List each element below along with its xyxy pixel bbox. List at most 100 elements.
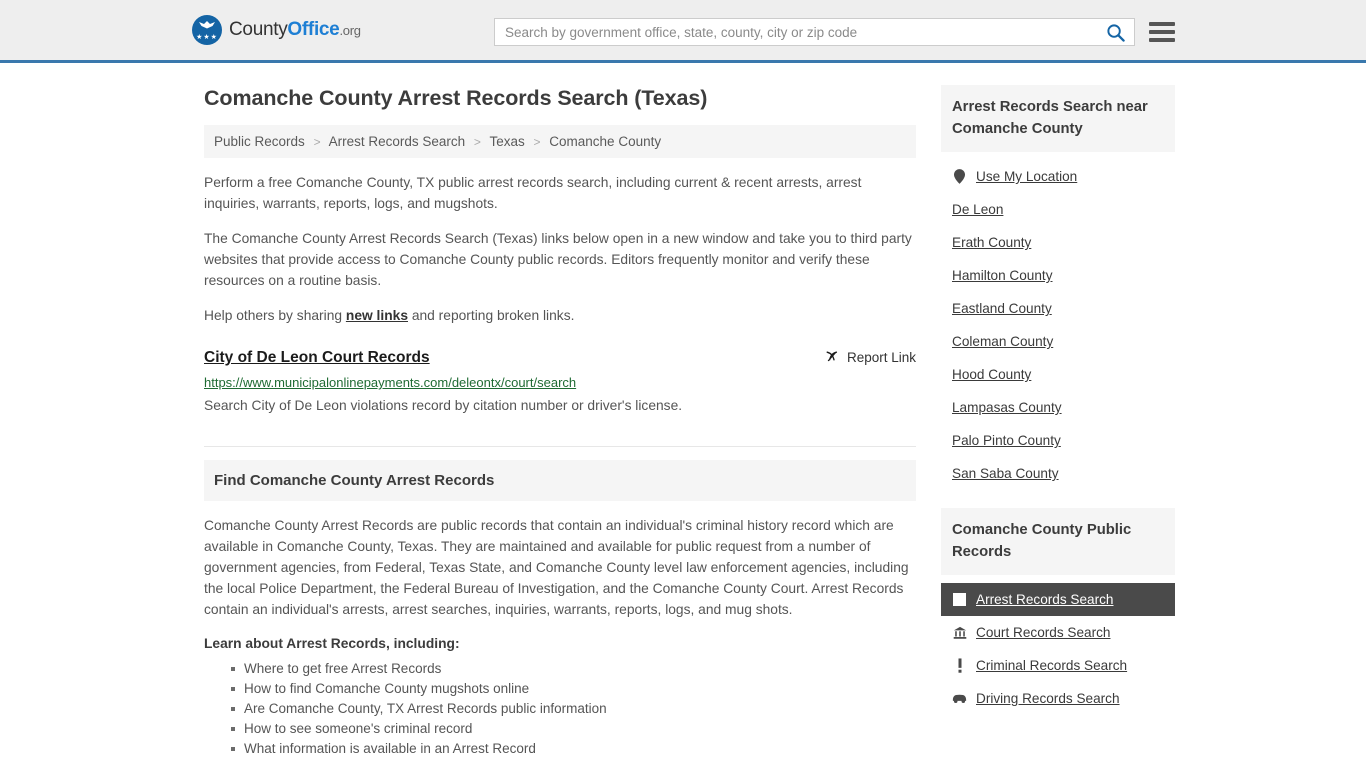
menu-bar-2 <box>1149 30 1175 34</box>
breadcrumb: Public Records > Arrest Records Search >… <box>204 125 916 158</box>
sidebar-nearby-heading: Arrest Records Search near Comanche Coun… <box>941 85 1175 152</box>
logo-text-county: County <box>229 19 288 40</box>
list-item: Hood County <box>941 358 1175 391</box>
breadcrumb-separator: > <box>313 135 321 149</box>
sidebar-item-arrest-records-search[interactable]: Arrest Records Search <box>941 583 1175 616</box>
logo-text-office: Office <box>287 19 340 40</box>
sidebar-nearby-list: Use My Location De Leon Erath County Ham… <box>941 160 1175 490</box>
list-item: Lampasas County <box>941 391 1175 424</box>
learn-about-title: Learn about Arrest Records, including: <box>204 636 460 651</box>
content-row: Comanche County Arrest Records Search (T… <box>204 63 1175 759</box>
page-title: Comanche County Arrest Records Search (T… <box>204 86 708 110</box>
help-text-after: and reporting broken links. <box>408 308 575 323</box>
list-item: De Leon <box>941 193 1175 226</box>
map-pin-icon <box>952 169 967 184</box>
site-header: ★★★ CountyOffice.org <box>0 0 1366 63</box>
sidebar-public-records-heading: Comanche County Public Records <box>941 508 1175 575</box>
section-divider <box>204 446 916 447</box>
sidebar-item-erath-county[interactable]: Erath County <box>941 226 1175 259</box>
sidebar-item-label: Coleman County <box>952 334 1054 349</box>
logo-text-tld: .org <box>339 23 361 38</box>
sidebar-item-hamilton-county[interactable]: Hamilton County <box>941 259 1175 292</box>
list-item: Coleman County <box>941 325 1175 358</box>
intro-paragraph-1: Perform a free Comanche County, TX publi… <box>204 175 862 211</box>
sidebar-item-hood-county[interactable]: Hood County <box>941 358 1175 391</box>
breadcrumb-item-arrest-records-search[interactable]: Arrest Records Search <box>329 134 466 149</box>
sidebar-item-label: Use My Location <box>976 169 1078 184</box>
find-records-heading: Find Comanche County Arrest Records <box>204 460 916 501</box>
sidebar-item-label: Hood County <box>952 367 1032 382</box>
sidebar-item-label: San Saba County <box>952 466 1059 481</box>
result-description: Search City of De Leon violations record… <box>204 398 683 413</box>
sidebar-item-label: Criminal Records Search <box>976 658 1128 673</box>
sidebar-item-criminal-records-search[interactable]: Criminal Records Search <box>941 649 1175 682</box>
sidebar: Arrest Records Search near Comanche Coun… <box>941 85 1175 715</box>
sidebar-item-eastland-county[interactable]: Eastland County <box>941 292 1175 325</box>
sidebar-item-label: Palo Pinto County <box>952 433 1061 448</box>
help-paragraph: Help others by sharing new links and rep… <box>204 305 916 326</box>
intro-paragraph-2: The Comanche County Arrest Records Searc… <box>204 231 912 288</box>
sidebar-item-label: Court Records Search <box>976 625 1111 640</box>
list-item: Use My Location <box>941 160 1175 193</box>
report-link-button[interactable]: Report Link <box>824 348 916 365</box>
sidebar-item-use-my-location[interactable]: Use My Location <box>941 160 1175 193</box>
list-item: Driving Records Search <box>941 682 1175 715</box>
sidebar-item-de-leon[interactable]: De Leon <box>941 193 1175 226</box>
courthouse-icon <box>952 626 967 640</box>
sidebar-item-label: Driving Records Search <box>976 691 1120 706</box>
search-button[interactable] <box>1102 23 1134 42</box>
sidebar-item-label: Arrest Records Search <box>976 592 1114 607</box>
menu-bar-1 <box>1149 22 1175 26</box>
sidebar-item-driving-records-search[interactable]: Driving Records Search <box>941 682 1175 715</box>
sidebar-item-label: Erath County <box>952 235 1032 250</box>
result-title-link[interactable]: City of De Leon Court Records <box>204 348 430 368</box>
menu-bar-3 <box>1149 38 1175 42</box>
list-item: Eastland County <box>941 292 1175 325</box>
link-result: City of De Leon Court Records Report Lin… <box>204 348 916 416</box>
breadcrumb-item-comanche-county: Comanche County <box>549 134 662 149</box>
new-links-link[interactable]: new links <box>346 308 408 323</box>
list-item: How to see someone's criminal record <box>231 719 916 739</box>
search-input[interactable] <box>495 24 1102 40</box>
link-result-header: City of De Leon Court Records Report Lin… <box>204 348 916 368</box>
list-item: Arrest Records Search <box>941 583 1175 616</box>
sidebar-public-records-list: Arrest Records Search Court Records Sear… <box>941 583 1175 715</box>
list-item: Hamilton County <box>941 259 1175 292</box>
list-item: What information is available in an Arre… <box>231 739 916 759</box>
sidebar-item-label: Lampasas County <box>952 400 1062 415</box>
search-icon <box>1107 23 1125 42</box>
sidebar-item-san-saba-county[interactable]: San Saba County <box>941 457 1175 490</box>
list-item: Court Records Search <box>941 616 1175 649</box>
search-bar <box>494 18 1135 46</box>
page-wrapper: Comanche County Arrest Records Search (T… <box>0 63 1366 759</box>
help-text-before: Help others by sharing <box>204 308 346 323</box>
main-column: Comanche County Arrest Records Search (T… <box>204 85 916 759</box>
sidebar-item-palo-pinto-county[interactable]: Palo Pinto County <box>941 424 1175 457</box>
sidebar-item-coleman-county[interactable]: Coleman County <box>941 325 1175 358</box>
sidebar-item-label: Eastland County <box>952 301 1052 316</box>
list-item: Where to get free Arrest Records <box>231 659 916 679</box>
site-logo[interactable]: ★★★ CountyOffice.org <box>192 15 361 45</box>
sidebar-item-court-records-search[interactable]: Court Records Search <box>941 616 1175 649</box>
report-link-label: Report Link <box>846 349 916 365</box>
sidebar-item-label: Hamilton County <box>952 268 1053 283</box>
find-records-paragraph: Comanche County Arrest Records are publi… <box>204 518 909 617</box>
find-records-body: Comanche County Arrest Records are publi… <box>204 501 916 759</box>
sidebar-item-lampasas-county[interactable]: Lampasas County <box>941 391 1175 424</box>
square-badge-icon <box>952 593 967 606</box>
sidebar-item-label: De Leon <box>952 202 1004 217</box>
list-item: How to find Comanche County mugshots onl… <box>231 679 916 699</box>
breadcrumb-item-public-records[interactable]: Public Records <box>214 134 305 149</box>
list-item: Erath County <box>941 226 1175 259</box>
list-item: Are Comanche County, TX Arrest Records p… <box>231 699 916 719</box>
breadcrumb-item-texas[interactable]: Texas <box>489 134 524 149</box>
hamburger-menu-icon[interactable] <box>1149 20 1175 44</box>
eagle-shield-icon: ★★★ <box>192 15 222 45</box>
exclamation-icon <box>952 658 967 673</box>
result-url[interactable]: https://www.municipalonlinepayments.com/… <box>204 374 916 391</box>
broken-link-icon <box>826 351 838 362</box>
list-item: San Saba County <box>941 457 1175 490</box>
breadcrumb-separator: > <box>533 135 541 149</box>
